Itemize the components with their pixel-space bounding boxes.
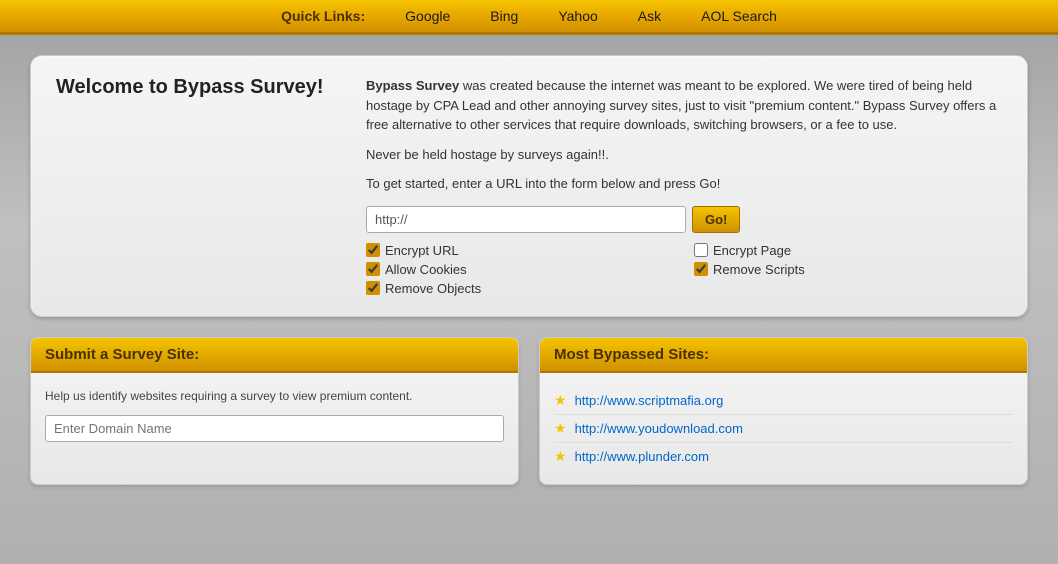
site-link-1[interactable]: http://www.scriptmafia.org (575, 393, 724, 408)
intro-text: was created because the internet was mea… (366, 78, 996, 132)
bypassed-panel-body: ★ http://www.scriptmafia.org ★ http://ww… (540, 373, 1027, 484)
checkbox-encrypt-url-label: Encrypt URL (385, 243, 459, 258)
nav-link-aol[interactable]: AOL Search (701, 8, 777, 24)
submit-panel-body: Help us identify websites requiring a su… (31, 373, 518, 456)
submit-panel-header: Submit a Survey Site: (31, 338, 518, 373)
welcome-card: Welcome to Bypass Survey! Bypass Survey … (30, 55, 1028, 317)
list-item: ★ http://www.scriptmafia.org (554, 387, 1013, 415)
site-link-2[interactable]: http://www.youdownload.com (575, 421, 743, 436)
checkbox-remove-objects[interactable]: Remove Objects (366, 281, 674, 296)
star-icon: ★ (554, 392, 567, 409)
submit-panel: Submit a Survey Site: Help us identify w… (30, 337, 519, 485)
url-input[interactable] (366, 206, 686, 233)
list-item: ★ http://www.plunder.com (554, 443, 1013, 470)
nav-link-ask[interactable]: Ask (638, 8, 661, 24)
bypassed-panel-header: Most Bypassed Sites: (540, 338, 1027, 373)
top-nav: Quick Links: Google Bing Yahoo Ask AOL S… (0, 0, 1058, 35)
checkbox-allow-cookies-input[interactable] (366, 262, 380, 276)
checkbox-encrypt-url[interactable]: Encrypt URL (366, 243, 674, 258)
checkbox-grid: Encrypt URL Encrypt Page Allow Cookies R… (366, 243, 1002, 296)
checkbox-allow-cookies[interactable]: Allow Cookies (366, 262, 674, 277)
welcome-left: Welcome to Bypass Survey! (56, 76, 336, 296)
tagline-text: Never be held hostage by surveys again!!… (366, 145, 1002, 165)
checkbox-encrypt-url-input[interactable] (366, 243, 380, 257)
nav-link-bing[interactable]: Bing (490, 8, 518, 24)
checkbox-remove-objects-input[interactable] (366, 281, 380, 295)
list-item: ★ http://www.youdownload.com (554, 415, 1013, 443)
checkbox-remove-scripts[interactable]: Remove Scripts (694, 262, 1002, 277)
main-content: Welcome to Bypass Survey! Bypass Survey … (0, 35, 1058, 505)
checkbox-remove-scripts-label: Remove Scripts (713, 262, 805, 277)
checkbox-encrypt-page-input[interactable] (694, 243, 708, 257)
domain-input[interactable] (45, 415, 504, 442)
welcome-title: Welcome to Bypass Survey! (56, 76, 336, 99)
quick-links-label: Quick Links: (281, 8, 365, 24)
checkbox-encrypt-page[interactable]: Encrypt Page (694, 243, 1002, 258)
intro-paragraph: Bypass Survey was created because the in… (366, 76, 1002, 135)
bottom-panels: Submit a Survey Site: Help us identify w… (30, 337, 1028, 485)
checkbox-encrypt-page-label: Encrypt Page (713, 243, 791, 258)
bypassed-list: ★ http://www.scriptmafia.org ★ http://ww… (554, 387, 1013, 470)
url-form: Go! (366, 206, 1002, 233)
submit-description: Help us identify websites requiring a su… (45, 387, 504, 405)
bypassed-panel: Most Bypassed Sites: ★ http://www.script… (539, 337, 1028, 485)
star-icon: ★ (554, 448, 567, 465)
checkbox-remove-objects-label: Remove Objects (385, 281, 481, 296)
star-icon: ★ (554, 420, 567, 437)
nav-link-google[interactable]: Google (405, 8, 450, 24)
go-button[interactable]: Go! (692, 206, 740, 233)
nav-link-yahoo[interactable]: Yahoo (558, 8, 597, 24)
brand-name: Bypass Survey (366, 78, 459, 93)
checkbox-allow-cookies-label: Allow Cookies (385, 262, 467, 277)
welcome-right: Bypass Survey was created because the in… (366, 76, 1002, 296)
checkbox-remove-scripts-input[interactable] (694, 262, 708, 276)
cta-text: To get started, enter a URL into the for… (366, 174, 1002, 194)
site-link-3[interactable]: http://www.plunder.com (575, 449, 709, 464)
